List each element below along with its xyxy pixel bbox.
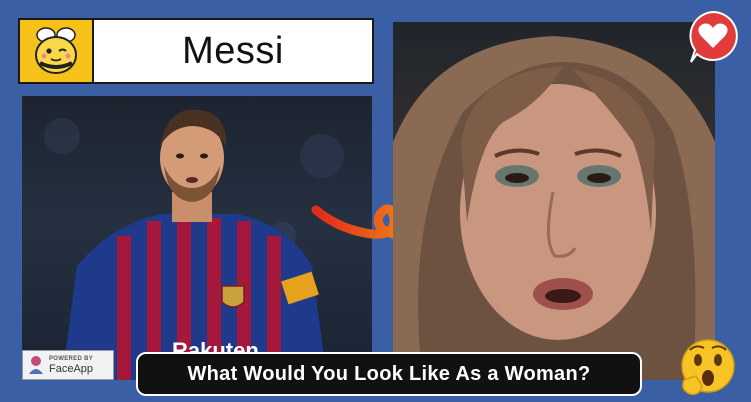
powered-by-badge: POWERED BY FaceApp (22, 350, 114, 380)
bee-icon (35, 27, 77, 74)
transformed-photo (393, 22, 715, 380)
faceapp-label: FaceApp (49, 362, 94, 375)
logo-box (20, 20, 94, 82)
person-name: Messi (182, 29, 284, 72)
name-card: Messi (18, 18, 374, 84)
female-face-illustration (393, 36, 715, 380)
powered-by-label: POWERED BY (49, 355, 94, 362)
heart-icon[interactable] (685, 8, 741, 66)
caption-banner: What Would You Look Like As a Woman? (136, 352, 642, 396)
surprised-emoji-icon (681, 339, 735, 396)
faceapp-logo-icon (29, 356, 43, 374)
thumbnail-frame: Messi Rakuten POWERED BY FaceApp What Wo… (0, 0, 751, 402)
